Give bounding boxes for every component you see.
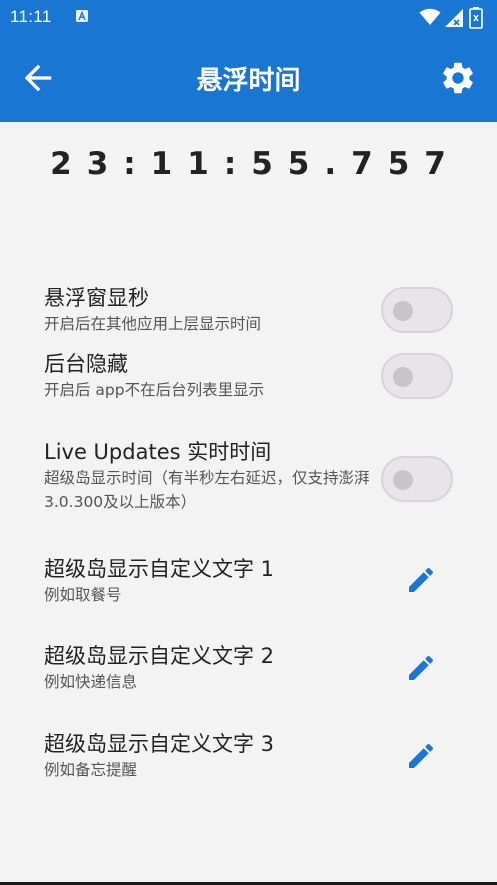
signal-off-icon xyxy=(445,9,463,27)
settings-button[interactable] xyxy=(439,59,477,97)
setting-custom-text-1[interactable]: 超级岛显示自定义文字 1 例如取餐号 xyxy=(44,555,464,607)
edit-custom-text-2-button[interactable] xyxy=(405,652,437,684)
pencil-icon xyxy=(409,567,434,592)
battery-icon xyxy=(469,7,483,29)
setting-title: 超级岛显示自定义文字 1 xyxy=(44,557,275,581)
status-bar: 11:11 xyxy=(0,0,497,34)
switch-knob xyxy=(393,470,413,490)
setting-subtitle: 例如备忘提醒 xyxy=(44,761,138,779)
status-time: 11:11 xyxy=(10,7,52,26)
gear-icon xyxy=(443,62,473,94)
setting-subtitle: 例如取餐号 xyxy=(44,586,122,604)
setting-subtitle: 超级岛显示时间（有半秒左右延迟，仅支持澎湃3.0.300及以上版本） xyxy=(44,469,370,511)
setting-custom-text-2[interactable]: 超级岛显示自定义文字 2 例如快递信息 xyxy=(44,642,464,694)
floating-seconds-switch[interactable] xyxy=(381,287,453,333)
switch-knob xyxy=(393,367,413,387)
setting-title: 超级岛显示自定义文字 3 xyxy=(44,732,275,756)
edit-custom-text-1-button[interactable] xyxy=(405,564,437,596)
switch-knob xyxy=(393,301,413,321)
clock-display: 23:11:55.757 xyxy=(50,146,461,182)
setting-custom-text-3[interactable]: 超级岛显示自定义文字 3 例如备忘提醒 xyxy=(44,730,464,782)
setting-subtitle: 例如快递信息 xyxy=(44,673,138,691)
setting-title: 超级岛显示自定义文字 2 xyxy=(44,644,275,668)
pencil-icon xyxy=(409,655,434,680)
app-bar: 悬浮时间 xyxy=(0,34,497,122)
status-icons xyxy=(419,7,491,29)
live-updates-switch[interactable] xyxy=(381,456,453,502)
a-app-icon xyxy=(76,10,88,22)
page-title: 悬浮时间 xyxy=(196,66,301,96)
wifi-icon xyxy=(419,8,441,25)
pencil-icon xyxy=(409,743,434,768)
edit-custom-text-3-button[interactable] xyxy=(405,740,437,772)
hide-background-switch[interactable] xyxy=(381,353,453,399)
